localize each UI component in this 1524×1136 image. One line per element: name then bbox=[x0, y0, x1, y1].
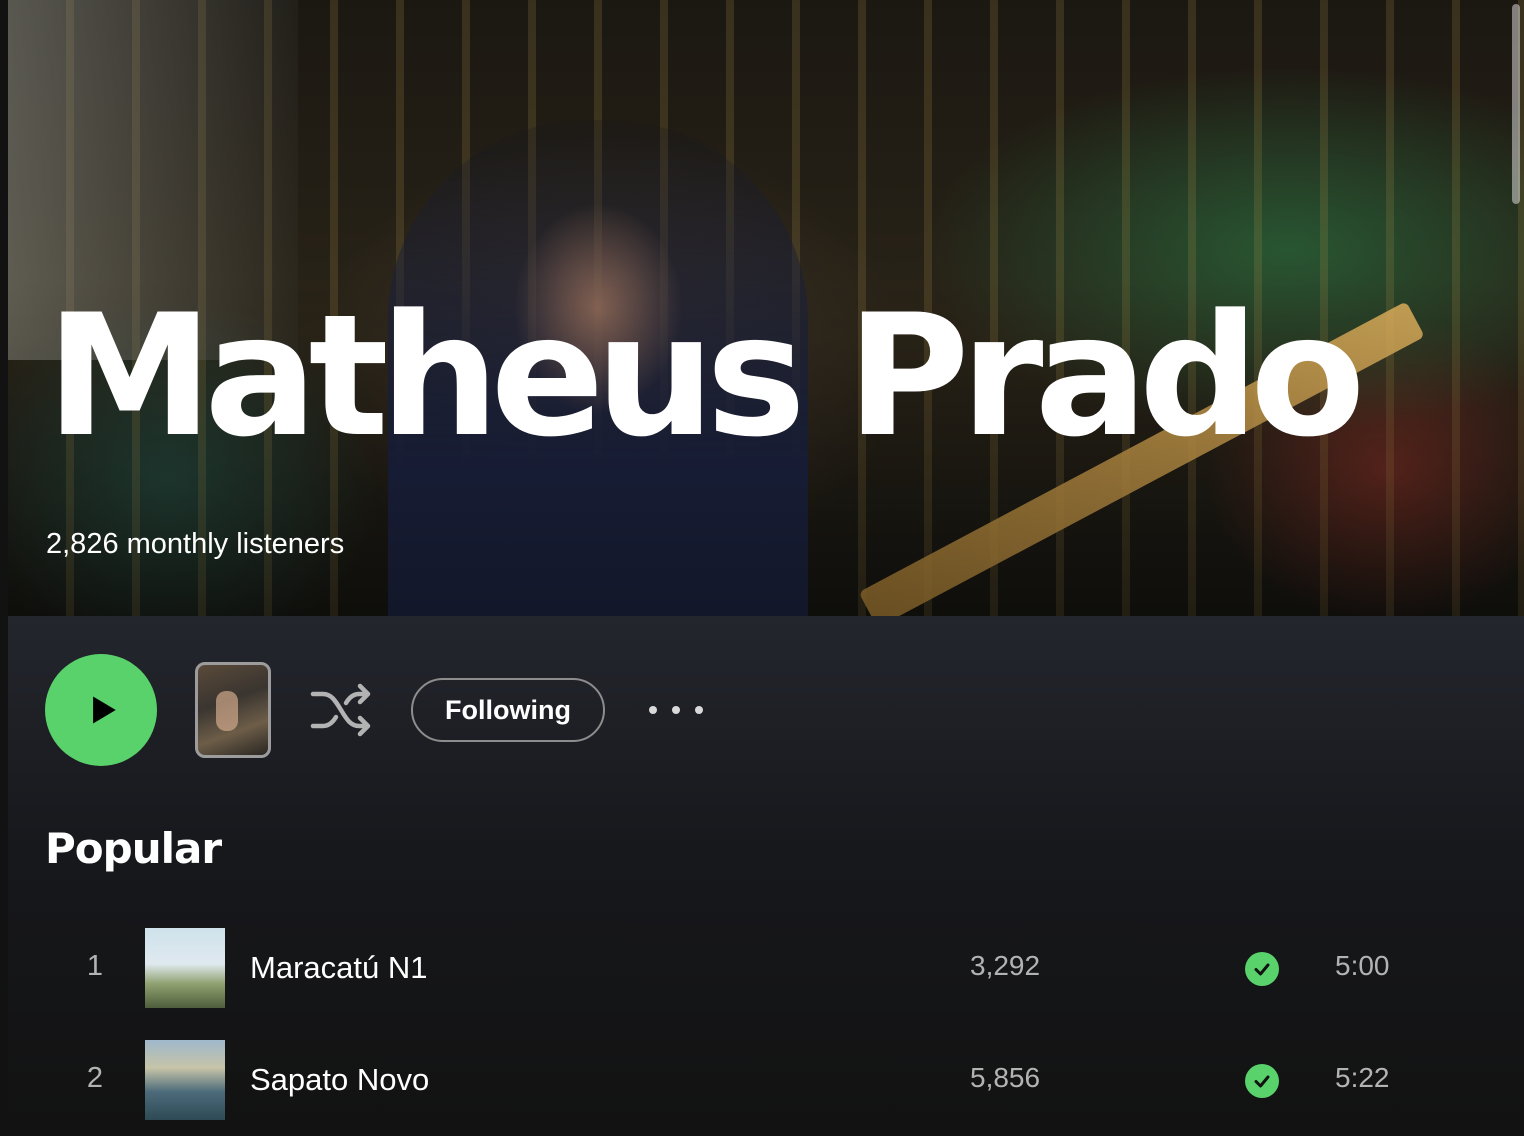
track-number: 1 bbox=[86, 950, 104, 982]
shuffle-button[interactable] bbox=[309, 678, 373, 742]
more-options-icon-dot bbox=[648, 706, 657, 714]
popular-section-title: Popular bbox=[45, 824, 222, 873]
track-title: Sapato Novo bbox=[250, 1062, 430, 1097]
saved-check-icon[interactable] bbox=[1245, 952, 1279, 986]
play-icon bbox=[93, 696, 116, 724]
track-album-art bbox=[145, 1040, 225, 1120]
track-duration: 5:00 bbox=[1335, 950, 1390, 981]
shuffle-icon bbox=[310, 683, 371, 737]
artist-preview-thumbnail[interactable] bbox=[195, 662, 271, 758]
track-row[interactable]: 2 Sapato Novo 5,856 5:22 bbox=[8, 1040, 1524, 1124]
track-number: 2 bbox=[86, 1062, 104, 1094]
saved-check-icon[interactable] bbox=[1245, 1064, 1279, 1098]
track-duration: 5:22 bbox=[1335, 1062, 1390, 1093]
artist-name: Matheus Prado bbox=[46, 278, 1366, 474]
action-bar: Following bbox=[45, 654, 703, 766]
track-album-art bbox=[145, 928, 225, 1008]
more-options-icon-dot bbox=[694, 706, 703, 714]
track-row[interactable]: 1 Maracatú N1 3,292 5:00 bbox=[8, 928, 1524, 1012]
more-options-icon-dot bbox=[671, 706, 680, 714]
track-title: Maracatú N1 bbox=[250, 950, 428, 985]
following-button[interactable]: Following bbox=[411, 678, 605, 742]
scrollbar-thumb[interactable] bbox=[1512, 4, 1520, 204]
track-play-count: 5,856 bbox=[970, 1062, 1041, 1093]
monthly-listeners: 2,826 monthly listeners bbox=[46, 528, 345, 560]
track-play-count: 3,292 bbox=[970, 950, 1041, 981]
artist-page: Matheus Prado 2,826 monthly listeners Fo… bbox=[0, 0, 1524, 1136]
play-button[interactable] bbox=[45, 654, 157, 766]
artist-hero-banner: Matheus Prado 2,826 monthly listeners bbox=[8, 0, 1524, 616]
more-options-button[interactable] bbox=[648, 690, 703, 730]
artist-content: Following Popular 1 Maracatú N1 3,292 5:… bbox=[8, 616, 1524, 1136]
